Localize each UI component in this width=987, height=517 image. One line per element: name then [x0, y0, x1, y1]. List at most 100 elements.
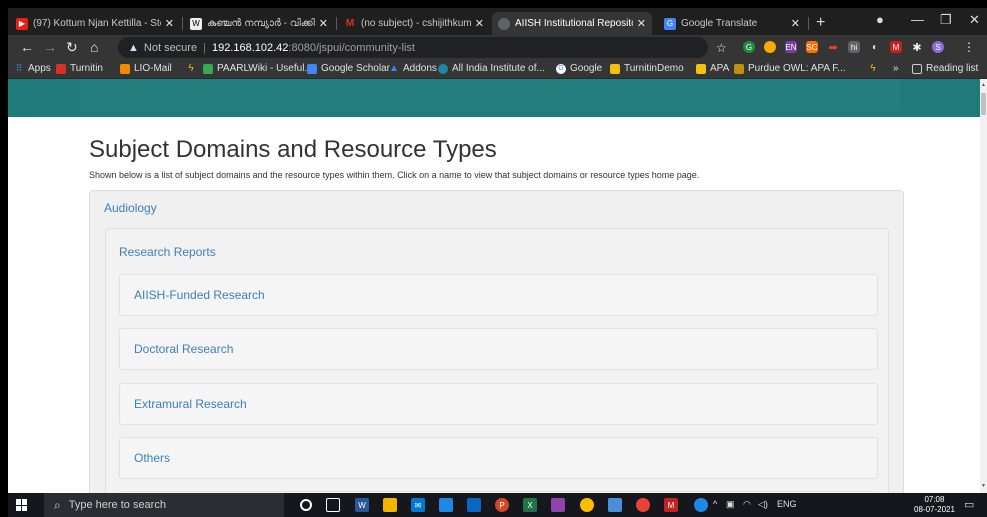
community-link-audiology[interactable]: Audiology: [104, 201, 157, 215]
close-icon[interactable]: ✕: [637, 17, 646, 30]
language-indicator[interactable]: ENG: [777, 499, 797, 509]
tab-wikipedia[interactable]: W കുഞ്ചൻ നമ്പ്യാർ - വിക്കി ✕: [184, 12, 334, 35]
app-icon[interactable]: [608, 498, 622, 512]
bookmark-purdue-owl[interactable]: Purdue OWL: APA F...: [734, 63, 846, 74]
collection-link[interactable]: Doctoral Research: [134, 342, 233, 356]
collection-link[interactable]: AIISH-Funded Research: [134, 288, 265, 302]
paarl-icon: [203, 63, 213, 74]
address-bar[interactable]: ▲ Not secure | 192.168.102.42 :8080/jspu…: [118, 37, 708, 58]
word-icon[interactable]: W: [355, 498, 369, 512]
collection-link[interactable]: Others: [134, 451, 170, 465]
maximize-button[interactable]: ❐: [940, 12, 952, 28]
minimize-button[interactable]: —: [911, 12, 924, 27]
tab-aiish-repository[interactable]: AIISH Institutional Repository ✕: [492, 12, 652, 35]
taskbar-search-placeholder: Type here to search: [68, 499, 166, 511]
close-icon[interactable]: ✕: [165, 17, 174, 30]
scroll-down-icon[interactable]: ▼: [981, 483, 986, 489]
calculator-icon[interactable]: [467, 498, 481, 512]
bookmark-turnitindemo[interactable]: TurnitinDemo: [610, 63, 684, 74]
bookmark-apps[interactable]: ⠿ Apps: [14, 63, 51, 74]
bookmark-lightning-2[interactable]: ϟ: [868, 63, 882, 74]
close-icon[interactable]: ✕: [319, 17, 328, 30]
weather-icon[interactable]: [694, 498, 708, 512]
page-scrollbar[interactable]: ▲ ▼: [980, 79, 987, 493]
menu-kebab-icon[interactable]: ⋮: [963, 39, 975, 55]
profile-avatar[interactable]: S: [932, 41, 944, 53]
bookmark-label: All India Institute of...: [452, 63, 545, 74]
close-window-button[interactable]: ✕: [969, 12, 980, 28]
profile-indicator-icon[interactable]: ●: [876, 12, 884, 27]
extensions-puzzle-icon[interactable]: ✱: [911, 41, 923, 54]
collection-item[interactable]: AIISH-Funded Research: [119, 274, 878, 316]
tab-google-translate[interactable]: G Google Translate ✕: [658, 12, 806, 35]
app-icon[interactable]: [636, 498, 650, 512]
app-icon[interactable]: M: [664, 498, 678, 512]
bookmark-paarlwiki[interactable]: PAARLWiki - Useful...: [203, 63, 313, 74]
community-panel: Audiology Research Reports AIISH-Funded …: [89, 190, 904, 493]
scrollbar-thumb[interactable]: [981, 93, 986, 115]
collection-item[interactable]: Doctoral Research: [119, 328, 878, 370]
apps-grid-icon: ⠿: [15, 63, 23, 73]
reload-icon[interactable]: ↻: [66, 39, 78, 55]
collection-item[interactable]: Others: [119, 437, 878, 479]
globe-icon: [498, 17, 510, 30]
bookmark-label: Google Scholar: [321, 63, 390, 74]
bookmark-lio-mail[interactable]: LIO-Mail: [120, 63, 172, 74]
tab-youtube[interactable]: ▶ (97) Kottum Njan Kettilla - Sto ✕: [10, 12, 180, 35]
bookmark-label: Turnitin: [70, 63, 103, 74]
extension-arrow-icon[interactable]: ➡: [827, 41, 839, 54]
forward-arrow-icon[interactable]: →: [43, 39, 57, 55]
bookmark-star-icon[interactable]: ☆: [716, 40, 727, 56]
bookmark-aiish[interactable]: All India Institute of...: [438, 63, 545, 74]
bookmark-lightning[interactable]: ϟ: [186, 63, 200, 74]
bookmark-apa[interactable]: APA: [696, 63, 729, 74]
bookmarks-overflow-button[interactable]: »: [893, 63, 899, 74]
site-navbar: [8, 79, 980, 117]
app-icon[interactable]: [551, 498, 565, 512]
task-view-icon[interactable]: [326, 498, 340, 512]
bookmark-label: LIO-Mail: [134, 63, 172, 74]
notifications-icon[interactable]: ▭: [964, 498, 974, 511]
clock-date: 08-07-2021: [914, 505, 955, 514]
bookmark-turnitin[interactable]: Turnitin: [56, 63, 103, 74]
sub-community-link-research-reports[interactable]: Research Reports: [119, 245, 216, 259]
extension-orange-icon[interactable]: [764, 41, 776, 53]
tray-app-icon[interactable]: ▣: [726, 499, 735, 510]
reading-list-button[interactable]: Reading list: [912, 63, 978, 74]
google-icon: G: [556, 63, 566, 74]
volume-icon[interactable]: ◁): [758, 499, 768, 510]
extension-sc-icon[interactable]: SC: [806, 41, 818, 53]
collection-item[interactable]: Extramural Research: [119, 383, 878, 425]
mail-icon[interactable]: ✉: [411, 498, 425, 512]
close-icon[interactable]: ✕: [791, 17, 800, 30]
extension-hi-icon[interactable]: hi: [848, 41, 860, 53]
tab-gmail[interactable]: M (no subject) - cshijithkumar@ ✕: [338, 12, 490, 35]
windows-start-icon[interactable]: [16, 499, 28, 511]
warning-triangle-icon: ▲: [128, 41, 139, 54]
bookmark-addons[interactable]: ▲ Addons: [389, 63, 437, 74]
extension-m-icon[interactable]: M: [890, 41, 902, 53]
back-arrow-icon[interactable]: ←: [20, 39, 34, 55]
powerpoint-icon[interactable]: P: [495, 498, 509, 512]
extension-grammarly-icon[interactable]: G: [743, 41, 755, 53]
browser-window: ▶ (97) Kottum Njan Kettilla - Sto ✕ W കു…: [8, 8, 987, 517]
home-icon[interactable]: ⌂: [90, 39, 98, 55]
bookmark-google[interactable]: G Google: [556, 63, 602, 74]
collection-link[interactable]: Extramural Research: [134, 397, 247, 411]
taskbar-clock[interactable]: 07:08 08-07-2021: [914, 495, 955, 515]
taskbar-search-box[interactable]: ⌕ Type here to search: [44, 493, 284, 517]
close-icon[interactable]: ✕: [475, 17, 484, 30]
youtube-icon: ▶: [16, 17, 28, 30]
file-explorer-icon[interactable]: [383, 498, 397, 512]
scroll-up-icon[interactable]: ▲: [981, 82, 986, 88]
bookmark-google-scholar[interactable]: Google Scholar: [307, 63, 390, 74]
app-icon[interactable]: [439, 498, 453, 512]
extension-en-icon[interactable]: EN: [785, 41, 797, 53]
extension-dark-icon[interactable]: ◐: [869, 41, 881, 53]
new-tab-button[interactable]: +: [816, 14, 825, 32]
cortana-icon[interactable]: [300, 499, 312, 511]
chrome-icon[interactable]: [580, 498, 594, 512]
excel-icon[interactable]: X: [523, 498, 537, 512]
wifi-icon[interactable]: ◠: [743, 499, 751, 510]
tray-chevron-up-icon[interactable]: ^: [713, 499, 717, 509]
